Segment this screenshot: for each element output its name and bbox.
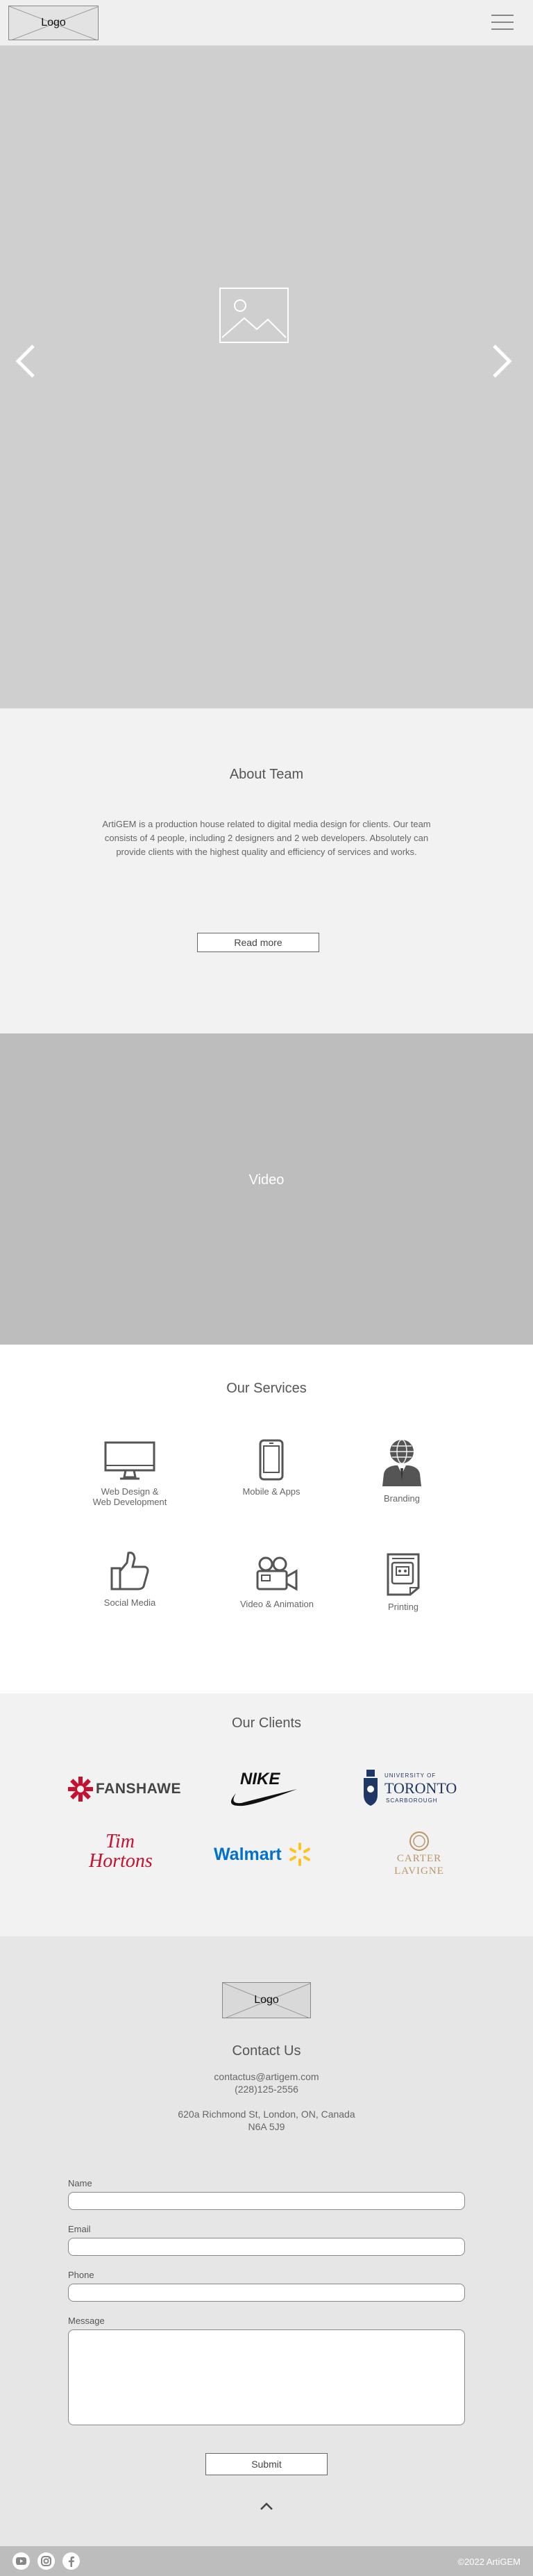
toronto-small-text: UNIVERSITY OF xyxy=(384,1772,437,1779)
service-label: Video & Animation xyxy=(240,1599,314,1609)
client-logo-fanshawe: FANSHAWE xyxy=(67,1774,182,1804)
service-social-media[interactable]: Social Media xyxy=(71,1550,189,1608)
toronto-sub-text: SCARBOROUGH xyxy=(386,1797,438,1804)
client-logo-tim-hortons: Tim Hortons xyxy=(86,1831,162,1875)
service-label: Branding xyxy=(383,1493,421,1504)
site-header: Logo xyxy=(0,0,533,46)
service-label: Social Media xyxy=(103,1597,156,1608)
service-video-animation[interactable]: Video & Animation xyxy=(218,1556,336,1609)
facebook-icon[interactable] xyxy=(62,2552,80,2570)
toronto-wordmark: TORONTO xyxy=(384,1779,457,1797)
youtube-icon[interactable] xyxy=(12,2552,30,2570)
about-title: About Team xyxy=(229,767,304,782)
contact-phone[interactable]: (228)125-2556 xyxy=(0,2084,533,2095)
service-label: Web Design & Web Development xyxy=(92,1486,167,1507)
logo[interactable]: Logo xyxy=(8,6,99,40)
client-logo-nike: NIKE xyxy=(229,1770,298,1809)
toronto-crest-icon xyxy=(364,1770,378,1806)
instagram-icon[interactable] xyxy=(37,2552,55,2570)
fanshawe-wordmark: FANSHAWE xyxy=(96,1781,182,1797)
video-camera-icon xyxy=(256,1556,298,1591)
email-label: Email xyxy=(68,2224,91,2234)
chevron-up-icon[interactable] xyxy=(258,2500,275,2511)
contact-email[interactable]: contactus@artigem.com xyxy=(0,2071,533,2082)
contact-logo[interactable]: Logo xyxy=(222,1982,311,2018)
contact-title: Contact Us xyxy=(232,2043,301,2059)
tim-hortons-wordmark-2: Hortons xyxy=(89,1850,153,1872)
name-label: Name xyxy=(68,2178,92,2188)
read-more-button[interactable]: Read more xyxy=(197,933,319,952)
fanshawe-emblem-icon xyxy=(68,1777,93,1802)
name-input[interactable] xyxy=(68,2192,465,2210)
service-printing[interactable]: Printing xyxy=(344,1552,462,1612)
about-text: ArtiGEM is a production house related to… xyxy=(102,819,431,857)
contact-address-line-1: 620a Richmond St, London, ON, Canada xyxy=(178,2109,355,2120)
service-label: Mobile & Apps xyxy=(242,1486,301,1497)
service-mobile-apps[interactable]: Mobile & Apps xyxy=(212,1439,330,1497)
nike-swoosh-icon xyxy=(230,1789,297,1806)
service-branding[interactable]: Branding xyxy=(343,1438,461,1504)
contact-logo-text: Logo xyxy=(254,1994,279,2006)
phone-input[interactable] xyxy=(68,2284,465,2302)
video-label: Video xyxy=(248,1172,285,1188)
thumbs-up-icon xyxy=(110,1552,149,1590)
services-title: Our Services xyxy=(226,1381,307,1396)
submit-button[interactable]: Submit xyxy=(205,2453,328,2475)
service-web-design[interactable]: Web Design & Web Development xyxy=(71,1440,189,1507)
lavigne-wordmark: LAVIGNE xyxy=(394,1865,444,1877)
businessman-globe-icon xyxy=(382,1439,421,1486)
about-section xyxy=(0,708,533,1033)
services-section xyxy=(0,1345,533,1693)
client-logo-carter-lavigne: CARTER LAVIGNE xyxy=(386,1831,452,1879)
contact-address-line-2: N6A 5J9 xyxy=(248,2121,285,2132)
service-label: Printing xyxy=(387,1602,419,1612)
copyright-text: ©2022 ArtiGEM xyxy=(457,2557,521,2567)
message-label: Message xyxy=(68,2316,105,2326)
walmart-spark-icon xyxy=(289,1843,310,1866)
nike-wordmark: NIKE xyxy=(240,1770,280,1788)
printed-document-icon xyxy=(387,1553,420,1596)
monitor-icon xyxy=(104,1441,155,1480)
logo-text: Logo xyxy=(41,17,66,28)
image-placeholder-icon xyxy=(219,288,289,343)
video-section[interactable] xyxy=(0,1033,533,1345)
email-input[interactable] xyxy=(68,2238,465,2256)
message-input[interactable] xyxy=(68,2329,465,2425)
chevron-right-icon[interactable] xyxy=(490,343,515,379)
clients-title: Our Clients xyxy=(231,1715,302,1731)
hamburger-icon[interactable] xyxy=(490,12,515,33)
phone-label: Phone xyxy=(68,2270,94,2280)
client-logo-toronto: UNIVERSITY OF TORONTO SCARBOROUGH xyxy=(361,1768,462,1809)
chevron-left-icon[interactable] xyxy=(12,343,37,379)
smartphone-icon xyxy=(259,1439,284,1481)
walmart-wordmark: Walmart xyxy=(214,1845,282,1864)
carter-lavigne-emblem-icon xyxy=(409,1831,429,1851)
carter-wordmark: CARTER xyxy=(396,1853,442,1864)
hero-slider xyxy=(0,46,533,708)
client-logo-walmart: Walmart xyxy=(214,1842,311,1867)
